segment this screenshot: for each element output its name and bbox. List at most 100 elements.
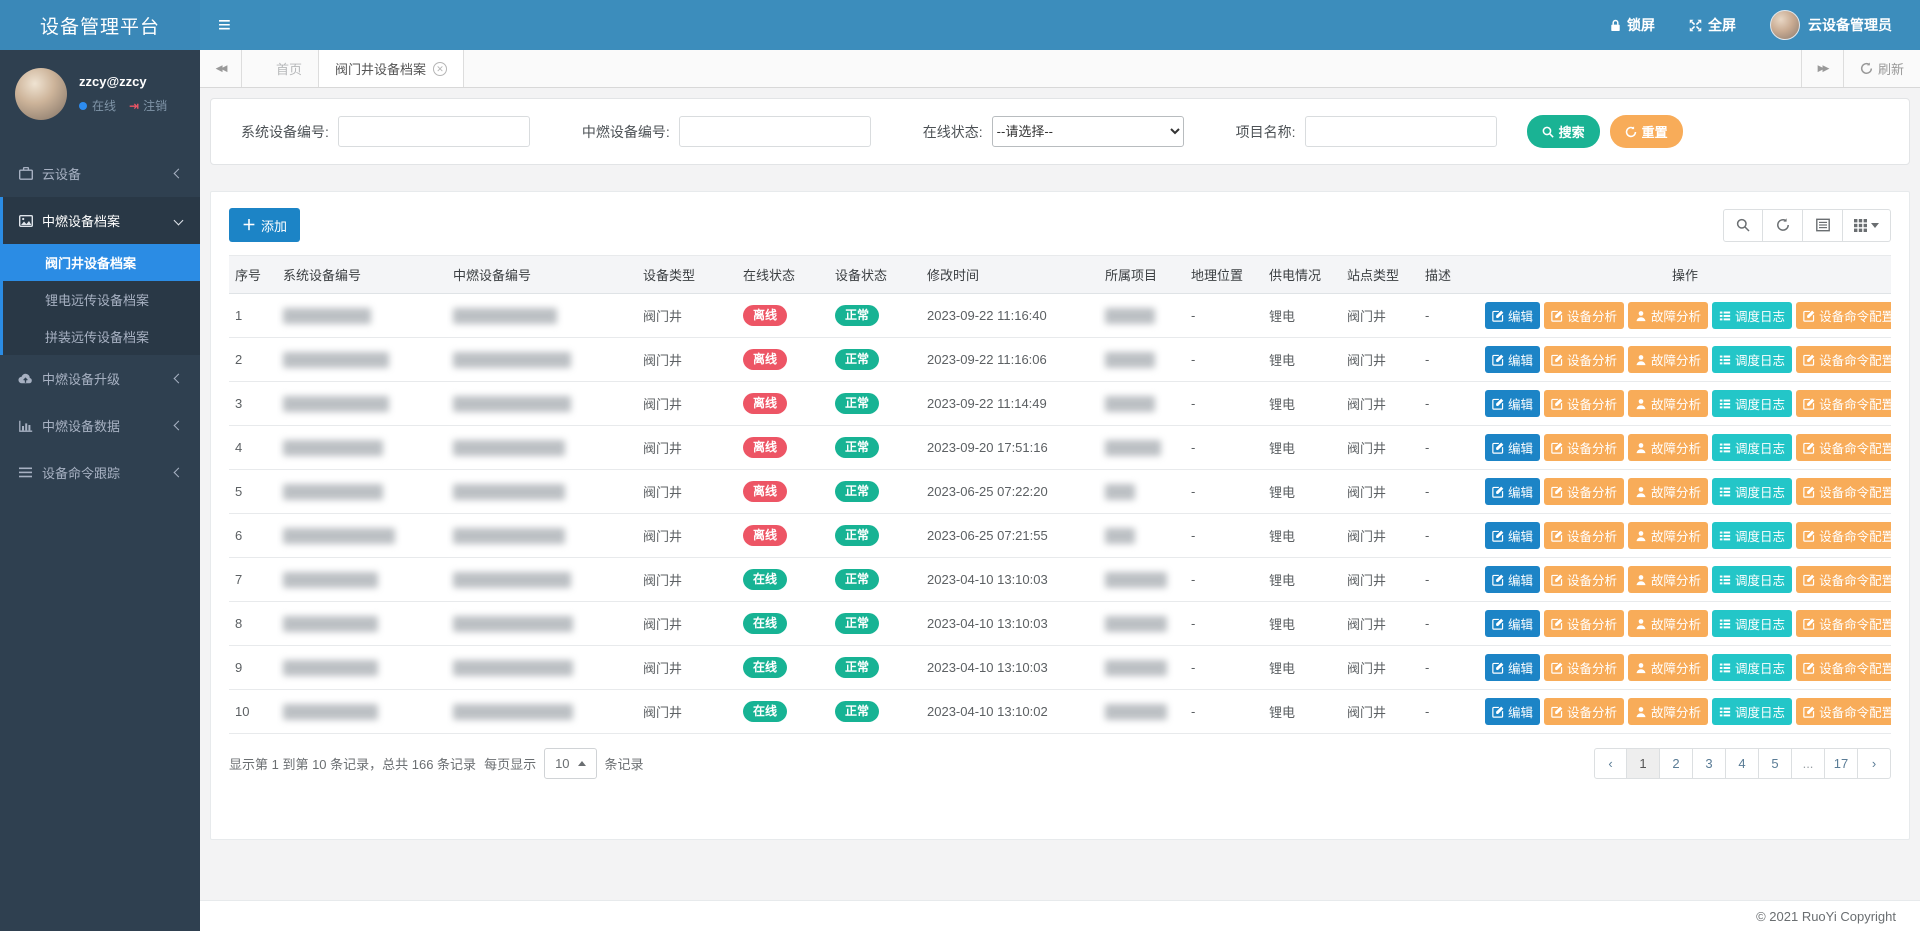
cell-device-type: 阀门井 bbox=[637, 294, 737, 338]
fault-analysis-button[interactable]: 故障分析 bbox=[1628, 654, 1708, 681]
pagination-page-5[interactable]: 5 bbox=[1759, 748, 1792, 779]
sidebar-item-device-data[interactable]: 中燃设备数据 bbox=[0, 402, 200, 449]
tabs-scroll-right-button[interactable]: ▶▶ bbox=[1801, 50, 1843, 87]
device-command-config-button[interactable]: 设备命令配置 bbox=[1796, 346, 1891, 373]
device-command-config-button[interactable]: 设备命令配置 bbox=[1796, 478, 1891, 505]
table-columns-button[interactable] bbox=[1843, 209, 1891, 242]
edit-icon bbox=[1551, 706, 1563, 718]
device-analysis-button[interactable]: 设备分析 bbox=[1544, 478, 1624, 505]
device-analysis-button[interactable]: 设备分析 bbox=[1544, 346, 1624, 373]
table-refresh-button[interactable] bbox=[1763, 209, 1803, 242]
edit-button[interactable]: 编辑 bbox=[1485, 610, 1540, 637]
device-analysis-button[interactable]: 设备分析 bbox=[1544, 698, 1624, 725]
device-analysis-button[interactable]: 设备分析 bbox=[1544, 566, 1624, 593]
table-header-row: 序号 系统设备编号 中燃设备编号 设备类型 在线状态 设备状态 修改时间 所属项… bbox=[229, 256, 1891, 294]
device-command-config-button[interactable]: 设备命令配置 bbox=[1796, 610, 1891, 637]
device-command-config-button[interactable]: 设备命令配置 bbox=[1796, 302, 1891, 329]
edit-button[interactable]: 编辑 bbox=[1485, 654, 1540, 681]
zhongran-device-no-input[interactable] bbox=[679, 116, 871, 147]
tab-close-icon[interactable]: ✕ bbox=[433, 62, 447, 76]
dispatch-log-button[interactable]: 调度日志 bbox=[1712, 698, 1792, 725]
device-command-config-button[interactable]: 设备命令配置 bbox=[1796, 698, 1891, 725]
lock-screen-button[interactable]: 锁屏 bbox=[1610, 15, 1655, 35]
edit-button[interactable]: 编辑 bbox=[1485, 478, 1540, 505]
fault-analysis-button[interactable]: 故障分析 bbox=[1628, 522, 1708, 549]
edit-button[interactable]: 编辑 bbox=[1485, 522, 1540, 549]
search-button[interactable]: 搜索 bbox=[1527, 115, 1600, 148]
fault-analysis-button[interactable]: 故障分析 bbox=[1628, 478, 1708, 505]
edit-button[interactable]: 编辑 bbox=[1485, 302, 1540, 329]
sidebar-item-assembled-remote-archive[interactable]: 拼装远传设备档案 bbox=[3, 318, 200, 355]
sidebar-item-cloud-devices[interactable]: 云设备 bbox=[0, 150, 200, 197]
online-status-select[interactable]: --请选择-- bbox=[992, 116, 1184, 147]
dispatch-log-button[interactable]: 调度日志 bbox=[1712, 346, 1792, 373]
device-command-config-button[interactable]: 设备命令配置 bbox=[1796, 566, 1891, 593]
pagination-page-3[interactable]: 3 bbox=[1693, 748, 1726, 779]
fault-analysis-button[interactable]: 故障分析 bbox=[1628, 346, 1708, 373]
device-command-config-button[interactable]: 设备命令配置 bbox=[1796, 390, 1891, 417]
redacted-value bbox=[1105, 308, 1155, 324]
dispatch-log-button[interactable]: 调度日志 bbox=[1712, 522, 1792, 549]
tab-home[interactable]: 首页 bbox=[260, 50, 319, 87]
edit-icon bbox=[1551, 310, 1563, 322]
cell-power-supply: 锂电 bbox=[1263, 294, 1341, 338]
sidebar-item-command-tracking[interactable]: 设备命令跟踪 bbox=[0, 449, 200, 496]
page-size-select[interactable]: 10 bbox=[544, 748, 596, 779]
device-analysis-button[interactable]: 设备分析 bbox=[1544, 654, 1624, 681]
project-name-input[interactable] bbox=[1305, 116, 1497, 147]
device-command-config-button[interactable]: 设备命令配置 bbox=[1796, 434, 1891, 461]
edit-button[interactable]: 编辑 bbox=[1485, 346, 1540, 373]
pagination-page-4[interactable]: 4 bbox=[1726, 748, 1759, 779]
table-detail-view-button[interactable] bbox=[1803, 209, 1843, 242]
dispatch-log-button[interactable]: 调度日志 bbox=[1712, 390, 1792, 417]
dispatch-log-button[interactable]: 调度日志 bbox=[1712, 610, 1792, 637]
dispatch-log-button[interactable]: 调度日志 bbox=[1712, 566, 1792, 593]
table-search-button[interactable] bbox=[1723, 209, 1763, 242]
sidebar-item-lithium-remote-archive[interactable]: 锂电远传设备档案 bbox=[3, 281, 200, 318]
sidebar-item-valve-well-archive[interactable]: 阀门井设备档案 bbox=[3, 244, 200, 281]
device-analysis-button[interactable]: 设备分析 bbox=[1544, 522, 1624, 549]
pagination-next[interactable]: › bbox=[1858, 748, 1891, 779]
sidebar-item-device-archive[interactable]: 中燃设备档案 bbox=[3, 197, 200, 244]
dispatch-log-button[interactable]: 调度日志 bbox=[1712, 302, 1792, 329]
admin-user-menu[interactable]: 云设备管理员 bbox=[1770, 10, 1892, 40]
pagination-page-2[interactable]: 2 bbox=[1660, 748, 1693, 779]
pagination-page-17[interactable]: 17 bbox=[1825, 748, 1858, 779]
device-command-config-button[interactable]: 设备命令配置 bbox=[1796, 654, 1891, 681]
logout-button[interactable]: ⇥ 注销 bbox=[129, 97, 167, 114]
system-device-no-input[interactable] bbox=[338, 116, 530, 147]
dispatch-log-button[interactable]: 调度日志 bbox=[1712, 654, 1792, 681]
tab-refresh-button[interactable]: 刷新 bbox=[1843, 50, 1920, 87]
reset-button[interactable]: 重置 bbox=[1610, 115, 1683, 148]
fault-analysis-button[interactable]: 故障分析 bbox=[1628, 390, 1708, 417]
cell-device-status: 正常 bbox=[829, 514, 921, 558]
tabs-scroll-left-button[interactable]: ◀◀ bbox=[200, 50, 242, 87]
sidebar-toggle-icon[interactable]: ≡ bbox=[200, 0, 249, 50]
tab-valve-well-archive[interactable]: 阀门井设备档案 ✕ bbox=[319, 50, 464, 87]
sidebar-item-device-upgrade[interactable]: 中燃设备升级 bbox=[0, 355, 200, 402]
table-row: 6阀门井离线正常2023-06-25 07:21:55-锂电阀门井-编辑设备分析… bbox=[229, 514, 1891, 558]
fullscreen-button[interactable]: 全屏 bbox=[1689, 15, 1736, 35]
device-analysis-button[interactable]: 设备分析 bbox=[1544, 434, 1624, 461]
edit-button[interactable]: 编辑 bbox=[1485, 566, 1540, 593]
fault-analysis-button[interactable]: 故障分析 bbox=[1628, 566, 1708, 593]
fault-analysis-button[interactable]: 故障分析 bbox=[1628, 434, 1708, 461]
device-analysis-button[interactable]: 设备分析 bbox=[1544, 390, 1624, 417]
device-analysis-button[interactable]: 设备分析 bbox=[1544, 610, 1624, 637]
edit-button[interactable]: 编辑 bbox=[1485, 698, 1540, 725]
pagination-page-1[interactable]: 1 bbox=[1627, 748, 1660, 779]
user-avatar[interactable] bbox=[15, 68, 67, 120]
add-button[interactable]: ＋ 添加 bbox=[229, 208, 300, 242]
edit-button[interactable]: 编辑 bbox=[1485, 390, 1540, 417]
fault-analysis-button[interactable]: 故障分析 bbox=[1628, 698, 1708, 725]
pagination-prev[interactable]: ‹ bbox=[1594, 748, 1627, 779]
caret-up-icon bbox=[578, 761, 586, 766]
fault-analysis-button[interactable]: 故障分析 bbox=[1628, 302, 1708, 329]
dispatch-log-button[interactable]: 调度日志 bbox=[1712, 434, 1792, 461]
dispatch-log-button[interactable]: 调度日志 bbox=[1712, 478, 1792, 505]
fault-analysis-button[interactable]: 故障分析 bbox=[1628, 610, 1708, 637]
cell-operations: 编辑设备分析故障分析调度日志设备命令配置设备信息 bbox=[1479, 338, 1891, 382]
device-command-config-button[interactable]: 设备命令配置 bbox=[1796, 522, 1891, 549]
edit-button[interactable]: 编辑 bbox=[1485, 434, 1540, 461]
device-analysis-button[interactable]: 设备分析 bbox=[1544, 302, 1624, 329]
